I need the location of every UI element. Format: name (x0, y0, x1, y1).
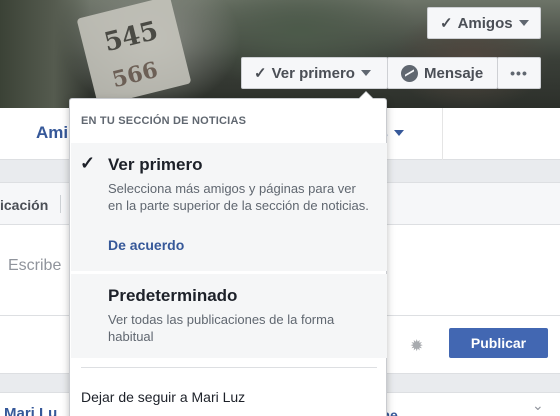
friends-button-label: Amigos (457, 14, 513, 32)
caret-down-icon (393, 130, 404, 136)
see-first-button-label: Ver primero (271, 64, 355, 82)
option-title: Predeterminado (108, 286, 238, 305)
dropdown-divider (81, 367, 377, 368)
dropdown-arrow (358, 91, 374, 99)
caret-down-icon (360, 70, 371, 76)
option-default[interactable]: Predeterminado Ver todas las publicacion… (71, 274, 387, 358)
friends-button[interactable]: ✓ Amigos (427, 7, 541, 39)
agree-link[interactable]: De acuerdo (108, 237, 184, 253)
chevron-down-icon[interactable]: ⌄ (532, 397, 544, 414)
message-button-label: Mensaje (424, 64, 484, 82)
dropdown-header: EN TU SECCIÓN DE NOTICIAS (81, 115, 247, 127)
publish-button[interactable]: Publicar (449, 328, 548, 358)
option-description: Ver todas las publicaciones de la forma … (108, 312, 335, 344)
check-icon: ✓ (254, 65, 267, 82)
composer-tab-publication[interactable]: icación (0, 197, 48, 213)
more-options-button[interactable]: ••• (497, 57, 541, 89)
composer-input[interactable]: Escribe (8, 257, 61, 275)
unfollow-item[interactable]: Dejar de seguir a Mari Luz (81, 389, 245, 405)
more-dots-icon: ••• (510, 65, 528, 81)
option-description: Selecciona más amigos y páginas para ver… (108, 181, 369, 213)
post-author-name[interactable]: Mari Lu (4, 405, 57, 416)
cover-sign (76, 0, 192, 107)
nav-tab-friends[interactable]: Ami (36, 123, 68, 143)
cover-foliage (0, 0, 90, 108)
nav-divider (442, 108, 443, 160)
option-see-first[interactable]: ✓ Ver primero Selecciona más amigos y pá… (71, 143, 387, 271)
message-button[interactable]: Mensaje (387, 57, 498, 89)
caret-down-icon (518, 20, 529, 26)
check-icon: ✓ (440, 15, 453, 32)
see-first-button[interactable]: ✓ Ver primero (241, 57, 388, 89)
option-title: Ver primero (108, 155, 203, 174)
messenger-icon (401, 64, 418, 82)
composer-tab-divider (60, 195, 61, 213)
check-icon: ✓ (80, 153, 96, 173)
see-first-dropdown: EN TU SECCIÓN DE NOTICIAS ✓ Ver primero … (69, 91, 387, 416)
gear-icon[interactable]: ✹ (410, 336, 423, 356)
